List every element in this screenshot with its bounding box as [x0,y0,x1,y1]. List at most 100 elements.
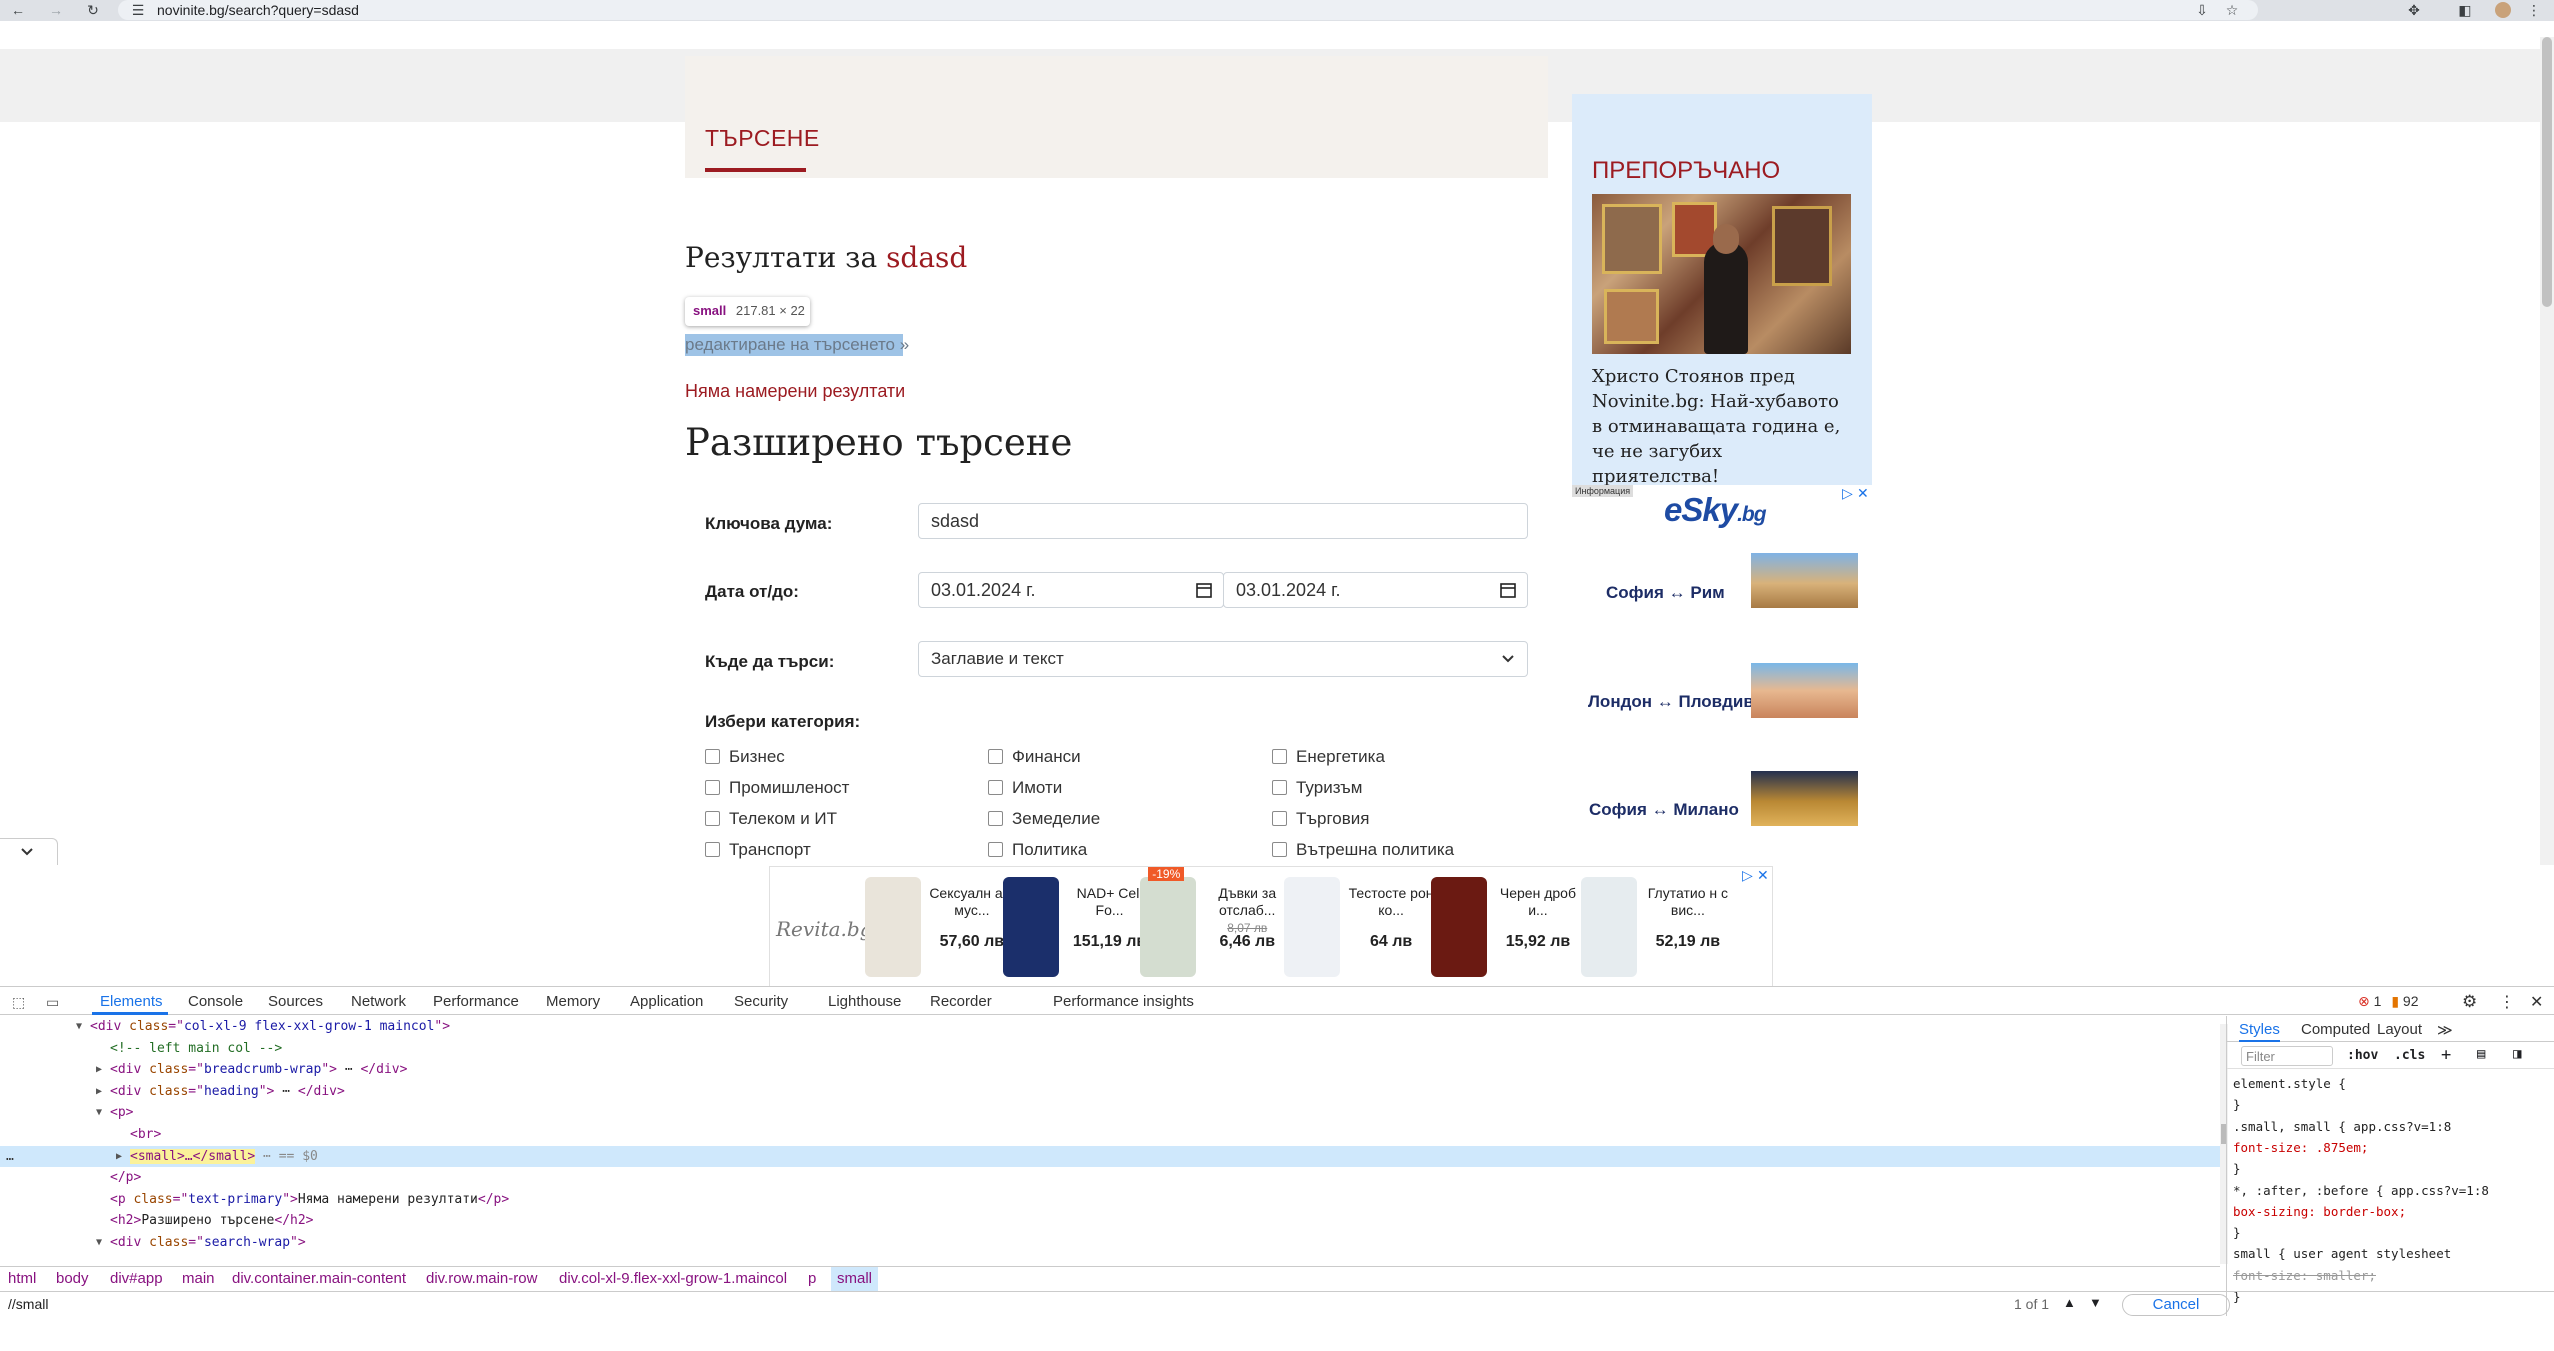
breadcrumb-item[interactable]: div.row.main-row [426,1270,537,1287]
devtools-tab[interactable]: Sources [268,993,323,1010]
install-app-icon[interactable]: ⇩ [2194,2,2210,18]
category-checkbox[interactable]: Финанси [988,747,1081,767]
route-image-plovdiv[interactable] [1751,663,1858,718]
site-info-icon[interactable]: ☰ [130,2,146,18]
find-input[interactable]: //small [8,1296,1908,1312]
style-rule-line[interactable]: } [2233,1161,2241,1176]
ad-product-card[interactable]: NAD+ Cell Fo... 151,19 лв [1002,875,1153,985]
dom-node-line[interactable]: <br> [0,1124,2220,1146]
page-scrollbar[interactable] [2540,37,2554,865]
ad-product-card[interactable]: Черен дроб и... 15,92 лв [1430,875,1581,985]
devtools-tab[interactable]: Console [188,993,243,1010]
paint-icon[interactable]: ▤ [2477,1046,2485,1062]
address-bar[interactable]: ☰ novinite.bg/search?query=sdasd ⇩ ☆ [118,0,2258,20]
category-checkbox[interactable]: Политика [988,840,1087,860]
scrollbar-thumb[interactable] [2542,37,2552,307]
style-rule-line[interactable]: font-size: smaller; [2233,1268,2376,1283]
category-checkbox[interactable]: Търговия [1272,809,1369,829]
toggle-sidebar-icon[interactable]: ◨ [2513,1046,2521,1062]
find-next-icon[interactable]: ▼ [2089,1295,2102,1310]
styles-filter-input[interactable]: Filter [2241,1046,2333,1066]
dom-node-line[interactable]: </p> [0,1167,2220,1189]
styles-tab[interactable]: Computed [2301,1021,2370,1038]
date-from-input[interactable]: 03.01.2024 г. [918,572,1224,608]
category-checkbox[interactable]: Земеделие [988,809,1100,829]
inspect-element-icon[interactable]: ⬚ [12,994,25,1011]
close-devtools-icon[interactable]: ✕ [2530,992,2543,1012]
dom-node-line[interactable]: ▶ <div class="breadcrumb-wrap"> ⋯ </div> [0,1059,2220,1081]
cls-toggle[interactable]: .cls [2394,1048,2425,1063]
route-label[interactable]: София ↔ Рим [1606,583,1725,603]
adchoices-icon[interactable]: ▷ [1742,867,1753,884]
style-rule-line[interactable]: } [2233,1097,2241,1112]
extensions-icon[interactable]: ✥ [2406,2,2422,18]
dom-tree[interactable]: ▼ <div class="col-xl-9 flex-xxl-grow-1 ma… [0,1016,2220,1266]
devtools-tab[interactable]: Application [630,993,703,1010]
style-rule-line[interactable]: .small, small { app.css?v=1:8 [2233,1119,2451,1134]
style-rule-line[interactable]: font-size: .875em; [2233,1140,2368,1155]
article-image[interactable] [1592,194,1851,354]
dom-node-line[interactable]: <h2>Разширено търсене</h2> [0,1210,2220,1232]
esky-ad[interactable]: Информация ▷ ✕ eSky.bg София ↔ Рим Лондо… [1572,485,1872,865]
category-checkbox[interactable]: Телеком и ИТ [705,809,837,829]
ad-product-card[interactable]: Тестосте рон ко... 64 лв [1284,875,1434,985]
new-rule-icon[interactable]: + [2441,1045,2451,1065]
more-options-icon[interactable]: ⋮ [2499,992,2515,1012]
breadcrumb-item[interactable]: div.container.main-content [232,1270,406,1287]
style-rule-line[interactable]: } [2233,1225,2241,1240]
category-checkbox[interactable]: Туризъм [1272,778,1362,798]
route-image-milano[interactable] [1751,771,1858,826]
devtools-tab[interactable]: Memory [546,993,600,1010]
route-label[interactable]: Лондон ↔ Пловдив [1588,692,1754,712]
find-cancel-button[interactable]: Cancel [2122,1294,2230,1316]
calendar-icon[interactable] [1499,581,1517,599]
dom-node-line[interactable]: <!-- left main col --> [0,1038,2220,1060]
styles-tab[interactable]: Layout [2377,1021,2422,1038]
category-checkbox[interactable]: Бизнес [705,747,785,767]
devtools-tab[interactable]: Performance insights [1053,993,1194,1010]
collapse-toggle[interactable] [0,838,58,865]
revita-ad[interactable]: Revita.bg ▷ ✕ Сексуалн а и мус... 57,60 л… [769,866,1773,987]
dom-node-line[interactable]: ▶ <div class="heading"> ⋯ </div> [0,1081,2220,1103]
dom-node-line[interactable]: ▼ <p> [0,1102,2220,1124]
breadcrumb-item[interactable]: div#app [110,1270,163,1287]
style-rule-line[interactable]: small { user agent stylesheet [2233,1246,2451,1261]
breadcrumb-item[interactable]: small [831,1267,879,1291]
category-checkbox[interactable]: Имоти [988,778,1062,798]
issues-counter[interactable]: ⊗ 1 ▮ 92 [2358,993,2419,1010]
settings-gear-icon[interactable]: ⚙ [2462,992,2477,1012]
styles-tab[interactable]: Styles [2239,1021,2280,1042]
calendar-icon[interactable] [1195,581,1213,599]
devtools-tab[interactable]: Network [351,993,406,1010]
route-label[interactable]: София ↔ Милано [1589,800,1739,820]
back-icon[interactable]: ← [10,2,26,18]
ad-close-icon[interactable]: ✕ [1857,485,1869,502]
ad-product-card[interactable]: -19% Дъвки за отслаб... 8,07 лв 6,46 лв [1140,867,1290,985]
forward-icon[interactable]: → [48,2,64,18]
side-panel-icon[interactable]: ◧ [2457,2,2473,18]
keyword-input[interactable]: sdasd [918,503,1528,539]
category-checkbox[interactable]: Вътрешна политика [1272,840,1454,860]
category-checkbox[interactable]: Енергетика [1272,747,1385,767]
ad-product-card[interactable]: Сексуалн а и мус... 57,60 лв [864,875,1015,985]
hov-toggle[interactable]: :hov [2347,1048,2378,1063]
breadcrumb-item[interactable]: html [8,1270,36,1287]
breadcrumb-item[interactable]: body [56,1270,89,1287]
devtools-tab[interactable]: Recorder [930,993,992,1010]
edit-search-link[interactable]: редактиране на търсенето » [685,334,909,356]
breadcrumb-item[interactable]: main [182,1270,215,1287]
devtools-tab[interactable]: Performance [433,993,519,1010]
dom-node-line[interactable]: ▼ <div class="search-wrap"> [0,1232,2220,1254]
ad-close-icon[interactable]: ✕ [1757,867,1769,884]
device-toolbar-icon[interactable]: ▭ [46,994,59,1011]
ad-product-card[interactable]: Глутатио н с вис... 52,19 лв [1580,875,1731,985]
breadcrumb-item[interactable]: div.col-xl-9.flex-xxl-grow-1.maincol [559,1270,787,1287]
dom-node-line[interactable]: … ▶ <small>…</small> ⋯ == $0 [0,1145,2220,1168]
ad-info-tag[interactable]: Информация [1572,485,1634,497]
where-select[interactable]: Заглавие и текст [918,641,1528,677]
category-checkbox[interactable]: Транспорт [705,840,811,860]
profile-avatar[interactable] [2495,2,2511,18]
dom-node-line[interactable]: <p class="text-primary">Няма намерени ре… [0,1189,2220,1211]
adchoices-icon[interactable]: ▷ [1842,485,1853,502]
style-rule-line[interactable]: box-sizing: border-box; [2233,1204,2406,1219]
